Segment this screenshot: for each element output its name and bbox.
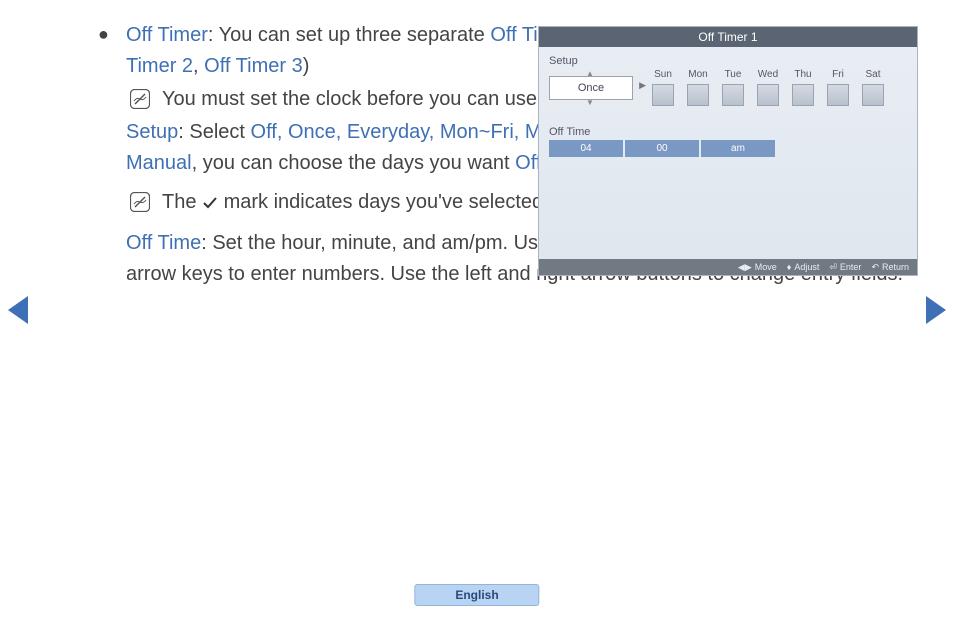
link-off-timer-3: Off Timer 3: [204, 55, 303, 77]
day-mon[interactable]: Mon: [684, 69, 712, 106]
panel-offtime-label: Off Time: [549, 126, 907, 138]
ampm-field[interactable]: am: [701, 140, 775, 157]
osd-panel: Off Timer 1 Setup ▲ Once ▼ ▶ Sun Mon Tue…: [538, 26, 918, 276]
note-icon: [130, 89, 150, 109]
day-sun[interactable]: Sun: [649, 69, 677, 106]
day-tue[interactable]: Tue: [719, 69, 747, 106]
nav-prev-arrow[interactable]: [8, 296, 28, 324]
hour-field[interactable]: 04: [549, 140, 623, 157]
footer-enter: ⏎ Enter: [829, 262, 861, 273]
note-icon: [130, 192, 150, 212]
day-wed[interactable]: Wed: [754, 69, 782, 106]
panel-setup-label: Setup: [549, 55, 907, 67]
right-arrow-icon: ▶: [639, 80, 646, 91]
footer-move: ◀▶ Move: [738, 262, 777, 273]
checkmark-icon: [202, 187, 218, 218]
days-row: Sun Mon Tue Wed Thu Fri Sat: [649, 69, 887, 106]
setup-select[interactable]: ▲ Once ▼ ▶: [549, 76, 633, 100]
nav-next-arrow[interactable]: [926, 296, 946, 324]
language-pill[interactable]: English: [414, 584, 539, 606]
footer-return: ↶ Return: [871, 262, 909, 273]
bullet-icon: ●: [98, 20, 126, 179]
minute-field[interactable]: 00: [625, 140, 699, 157]
day-fri[interactable]: Fri: [824, 69, 852, 106]
day-sat[interactable]: Sat: [859, 69, 887, 106]
panel-title: Off Timer 1: [539, 27, 917, 47]
note-text-2: The mark indicates days you've selected.: [162, 187, 549, 218]
panel-footer: ◀▶ Move ♦ Adjust ⏎ Enter ↶ Return: [539, 259, 917, 275]
up-arrow-icon: ▲: [586, 69, 594, 78]
term-off-timer: Off Timer: [126, 24, 208, 46]
day-thu[interactable]: Thu: [789, 69, 817, 106]
down-arrow-icon: ▼: [586, 98, 594, 107]
footer-adjust: ♦ Adjust: [787, 262, 820, 272]
